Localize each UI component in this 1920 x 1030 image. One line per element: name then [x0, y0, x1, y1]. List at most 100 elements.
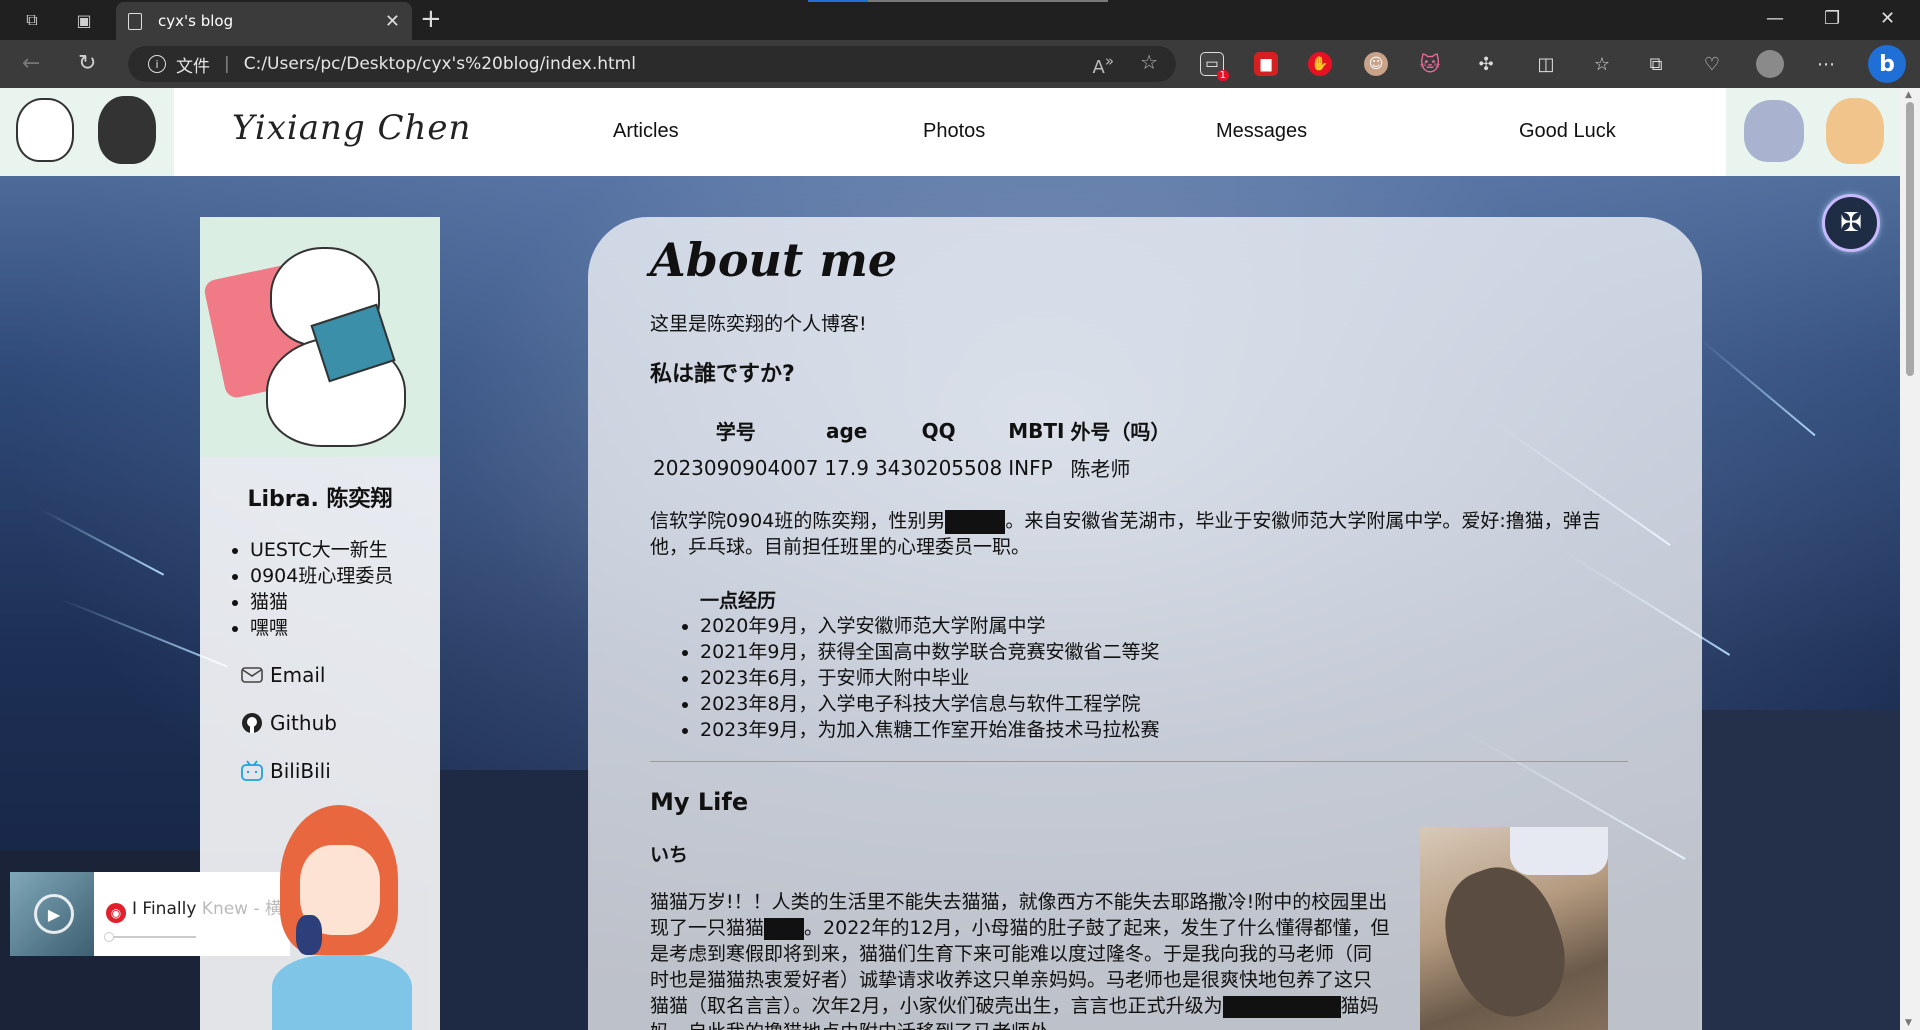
nav-articles[interactable]: Articles: [613, 120, 679, 143]
header-cats-left-image: [0, 88, 174, 176]
email-link[interactable]: Email: [240, 651, 440, 699]
info-table-header-row: 学号 age QQ MBTI 外号（吗）: [650, 416, 1173, 453]
address-bar[interactable]: i 文件 | C:/Users/pc/Desktop/cyx's%20blog/…: [128, 46, 1176, 82]
collections-icon[interactable]: ⧉: [1644, 52, 1668, 76]
about-title: About me: [650, 233, 898, 287]
split-screen-icon[interactable]: ◫: [1534, 52, 1558, 76]
back-icon[interactable]: ←: [22, 50, 40, 78]
profile-cat-picture: [200, 217, 440, 457]
extension-face-icon[interactable]: ☺: [1364, 52, 1388, 76]
progress-handle[interactable]: [104, 932, 114, 942]
info-table: 学号 age QQ MBTI 外号（吗） 2023090904007 17.9 …: [650, 416, 1173, 482]
scrollbar-thumb[interactable]: [1906, 102, 1914, 376]
bilibili-icon: [240, 759, 264, 783]
new-tab-button[interactable]: +: [420, 6, 442, 32]
page-viewport: Yixiang Chen Articles Photos Messages Go…: [0, 88, 1900, 1030]
profile-tag: 嘿嘿: [250, 615, 440, 641]
info-table-header: age: [825, 418, 868, 443]
info-table-header: QQ: [921, 418, 956, 443]
album-cover: ▶: [10, 872, 94, 956]
who-heading: 私は誰ですか?: [650, 362, 795, 387]
bio-paragraph: 信软学院0904班的陈奕翔，性别男 。来自安徽省芜湖市，毕业于安徽师范大学附属中学…: [650, 508, 1628, 560]
address-separator: |: [224, 54, 230, 74]
restore-button[interactable]: ❐: [1824, 8, 1840, 29]
favorite-star-icon[interactable]: ☆: [1140, 50, 1158, 74]
address-url[interactable]: C:/Users/pc/Desktop/cyx's%20blog/index.h…: [244, 54, 636, 74]
browser-essentials-icon[interactable]: ♡: [1700, 52, 1724, 76]
song-subtitle: Knew - 横: [201, 899, 283, 919]
address-label: 文件: [176, 56, 210, 77]
scroll-up-arrow-icon[interactable]: ▲: [1905, 90, 1912, 100]
about-card: About me 这里是陈奕翔的个人博客! 私は誰ですか? 学号 age QQ …: [588, 217, 1702, 1030]
nav-photos[interactable]: Photos: [923, 120, 985, 143]
bio-text: 信软学院0904班的陈奕翔，性别男: [650, 510, 946, 532]
white-cat-illustration: [16, 98, 74, 162]
profile-tag: UESTC大一新生: [250, 537, 440, 563]
github-link-label: Github: [270, 711, 337, 735]
info-table-header: MBTI: [1008, 418, 1065, 443]
floating-widget-icon[interactable]: ✠: [1822, 194, 1880, 252]
bing-copilot-icon[interactable]: b: [1868, 45, 1906, 83]
profile-tag: 猫猫: [250, 589, 440, 615]
redacted-block: [764, 917, 805, 940]
play-icon[interactable]: ▶: [34, 894, 74, 934]
meteor-streak: [1699, 338, 1816, 437]
extensions-puzzle-icon[interactable]: ✣: [1474, 52, 1498, 76]
site-brand[interactable]: Yixiang Chen: [232, 108, 471, 148]
redacted-block: [1222, 995, 1341, 1018]
close-window-button[interactable]: ✕: [1880, 8, 1895, 29]
tab-actions-icon[interactable]: ▣: [72, 8, 96, 32]
experience-item: 2023年9月，为加入焦糖工作室开始准备技术马拉松赛: [700, 717, 1628, 743]
github-link[interactable]: Github: [240, 699, 440, 747]
read-aloud-icon[interactable]: A»: [1092, 52, 1114, 78]
extension-screen-icon[interactable]: ▭ 1: [1200, 52, 1229, 81]
bilibili-link-label: BiliBili: [270, 759, 331, 783]
extension-badge: 1: [1216, 70, 1229, 81]
experience-item: 2020年9月，入学安徽师范大学附属中学: [700, 613, 1628, 639]
meteor-streak: [39, 508, 165, 576]
refresh-icon[interactable]: ↻: [78, 50, 96, 78]
github-icon: [240, 711, 264, 735]
black-cat-illustration: [98, 96, 156, 164]
life-paragraph: 猫猫万岁!！！人类的生活里不能失去猫猫，就像西方不能失去耶路撒冷!附中的校园里出…: [650, 889, 1390, 1030]
info-table-row: 2023090904007 17.9 3430205508 INFP 陈老师: [650, 453, 1173, 482]
favorites-icon[interactable]: ☆: [1590, 52, 1614, 76]
more-menu-icon[interactable]: ⋯: [1814, 52, 1838, 76]
tab-indicator: [808, 0, 868, 2]
extension-cat-icon[interactable]: 🐱︎: [1418, 52, 1442, 76]
profile-name: Libra. 陈奕翔: [247, 487, 393, 512]
tab-indicator-gray: [868, 0, 1108, 2]
info-icon[interactable]: i: [148, 55, 166, 73]
player-body: ◉ I Finally Knew - 横: [94, 872, 290, 956]
bilibili-link[interactable]: BiliBili: [240, 747, 440, 795]
scroll-down-arrow-icon[interactable]: ▼: [1905, 1018, 1912, 1028]
extension-red-icon[interactable]: ▆: [1254, 52, 1278, 76]
page-scrollbar[interactable]: ▲ ▼: [1900, 88, 1920, 1030]
city-silhouette: [430, 770, 590, 1030]
minimize-button[interactable]: —: [1766, 8, 1784, 29]
intro-text: 这里是陈奕翔的个人博客!: [650, 313, 867, 335]
info-table-header: 学号: [715, 420, 756, 444]
gray-cat-illustration: [1744, 100, 1804, 162]
orange-cat-illustration: [1826, 98, 1884, 164]
profile-avatar-icon[interactable]: [1756, 50, 1784, 78]
nav-messages[interactable]: Messages: [1216, 120, 1307, 143]
workspaces-icon[interactable]: ⧉: [20, 8, 44, 32]
close-tab-icon[interactable]: ✕: [385, 11, 400, 32]
mail-icon: [240, 663, 264, 687]
experience-item: 2023年8月，入学电子科技大学信息与软件工程学院: [700, 691, 1628, 717]
info-table-cell: 3430205508: [874, 455, 1003, 480]
tab-cyx-blog[interactable]: cyx's blog ✕: [116, 2, 412, 40]
header-cats-right-image: [1726, 88, 1900, 176]
girl-body: [272, 955, 412, 1030]
headphones-icon: [296, 915, 322, 955]
cat-photo: [1420, 827, 1608, 1030]
info-table-cell: 陈老师: [1070, 457, 1131, 481]
nav-good-luck[interactable]: Good Luck: [1519, 120, 1616, 143]
progress-bar[interactable]: [106, 936, 196, 938]
browser-toolbar: ← ↻ i 文件 | C:/Users/pc/Desktop/cyx's%20b…: [0, 40, 1920, 88]
info-table-cell: 17.9: [824, 455, 869, 480]
anime-girl-illustration: [272, 805, 412, 1030]
info-table-header: 外号（吗）: [1070, 420, 1171, 444]
extension-hand-icon[interactable]: ✋: [1308, 52, 1332, 76]
